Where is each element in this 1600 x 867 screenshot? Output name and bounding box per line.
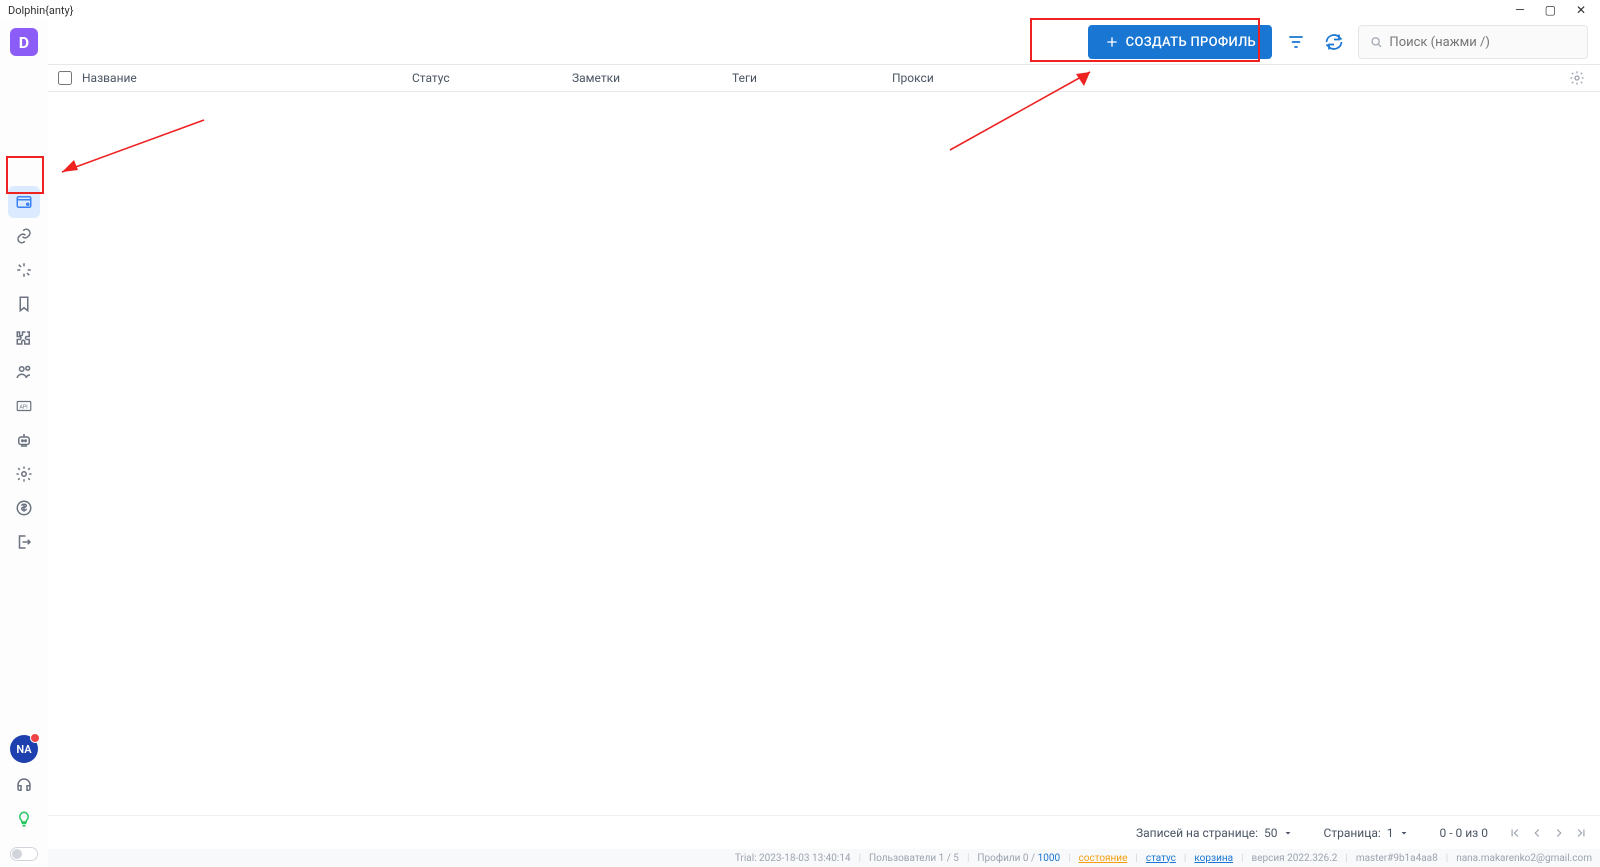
robot-icon [15, 431, 33, 449]
api-icon: API [15, 397, 33, 415]
theme-toggle[interactable] [10, 847, 38, 861]
search-box[interactable] [1358, 25, 1588, 59]
table-header: Название Статус Заметки Теги Прокси [48, 64, 1600, 92]
column-name[interactable]: Название [82, 71, 412, 85]
sidebar: D API [0, 20, 48, 867]
sidebar-item-extensions[interactable] [8, 322, 40, 354]
search-icon [1369, 34, 1383, 50]
filter-button[interactable] [1282, 28, 1310, 56]
puzzle-icon [15, 329, 33, 347]
create-profile-label: СОЗДАТЬ ПРОФИЛЬ [1126, 35, 1256, 50]
plus-icon [1104, 34, 1120, 50]
sidebar-item-automation[interactable] [8, 424, 40, 456]
sidebar-item-scripts[interactable] [8, 254, 40, 286]
table-settings-button[interactable] [1562, 70, 1592, 86]
chevron-down-icon [1282, 827, 1294, 839]
select-all-checkbox[interactable] [58, 71, 72, 85]
app-title: Dolphin{anty} [8, 4, 73, 17]
gear-icon [15, 465, 33, 483]
create-profile-button[interactable]: СОЗДАТЬ ПРОФИЛЬ [1088, 25, 1272, 59]
page-prev-icon[interactable] [1530, 826, 1544, 840]
page-first-icon[interactable] [1508, 826, 1522, 840]
titlebar: Dolphin{anty} — ▢ ✕ [0, 0, 1600, 20]
sidebar-item-billing[interactable] [8, 492, 40, 524]
sidebar-item-settings[interactable] [8, 458, 40, 490]
pagination-bar: Записей на странице: 50 Страница: 1 0 - … [48, 815, 1600, 849]
refresh-icon [1324, 32, 1344, 52]
sidebar-item-proxies[interactable] [8, 220, 40, 252]
main-area: СОЗДАТЬ ПРОФИЛЬ Название Статус Заметки … [48, 20, 1600, 867]
filter-icon [1286, 32, 1306, 52]
bookmark-icon [15, 295, 33, 313]
footer-link-status1[interactable]: состояние [1079, 853, 1128, 864]
page-select[interactable]: 1 [1387, 826, 1410, 840]
footer-link-status2[interactable]: статус [1146, 853, 1176, 864]
maximize-button[interactable]: ▢ [1545, 3, 1556, 17]
footer-master: master#9b1a4aa8 [1356, 853, 1438, 864]
headset-icon [15, 776, 33, 794]
app-logo[interactable]: D [10, 28, 38, 56]
sidebar-item-api[interactable]: API [8, 390, 40, 422]
refresh-button[interactable] [1320, 28, 1348, 56]
wand-icon [15, 261, 33, 279]
column-proxy[interactable]: Прокси [892, 71, 1562, 85]
window-controls: — ▢ ✕ [1515, 3, 1592, 17]
sidebar-item-users[interactable] [8, 356, 40, 388]
page-last-icon[interactable] [1574, 826, 1588, 840]
table-body-empty [48, 92, 1600, 815]
user-avatar[interactable]: NA [10, 735, 38, 763]
per-page-label: Записей на странице: [1136, 826, 1258, 840]
status-bar: Trial: 2023-18-03 13:40:14 | Пользовател… [48, 849, 1600, 867]
footer-link-trash[interactable]: корзина [1194, 853, 1233, 864]
link-icon [15, 227, 33, 245]
footer-trial: Trial: 2023-18-03 13:40:14 [735, 853, 851, 864]
sidebar-item-bookmarks[interactable] [8, 288, 40, 320]
column-status[interactable]: Статус [412, 71, 572, 85]
chevron-down-icon [1398, 827, 1410, 839]
search-input[interactable] [1389, 35, 1577, 50]
footer-email: nana.makarenko2@gmail.com [1456, 853, 1592, 864]
sidebar-item-profiles[interactable] [8, 186, 40, 218]
footer-version: версия 2022.326.2 [1252, 853, 1338, 864]
logout-icon [15, 533, 33, 551]
minimize-button[interactable]: — [1515, 3, 1524, 17]
footer-users: Пользователи 1 / 5 [869, 853, 959, 864]
sidebar-item-tips[interactable] [8, 803, 40, 835]
per-page-select[interactable]: 50 [1264, 826, 1294, 840]
dollar-icon [15, 499, 33, 517]
footer-profiles: Профили 0 / 1000 [977, 853, 1060, 864]
users-icon [15, 363, 33, 381]
bulb-icon [15, 810, 33, 828]
toolbar: СОЗДАТЬ ПРОФИЛЬ [48, 20, 1600, 64]
svg-text:API: API [20, 404, 28, 410]
close-button[interactable]: ✕ [1576, 3, 1586, 17]
sidebar-item-logout[interactable] [8, 526, 40, 558]
page-range: 0 - 0 из 0 [1440, 826, 1488, 840]
page-label: Страница: [1324, 826, 1381, 840]
sidebar-item-support[interactable] [8, 769, 40, 801]
gear-icon [1569, 70, 1585, 86]
page-next-icon[interactable] [1552, 826, 1566, 840]
browser-icon [15, 193, 33, 211]
column-notes[interactable]: Заметки [572, 71, 732, 85]
column-tags[interactable]: Теги [732, 71, 892, 85]
